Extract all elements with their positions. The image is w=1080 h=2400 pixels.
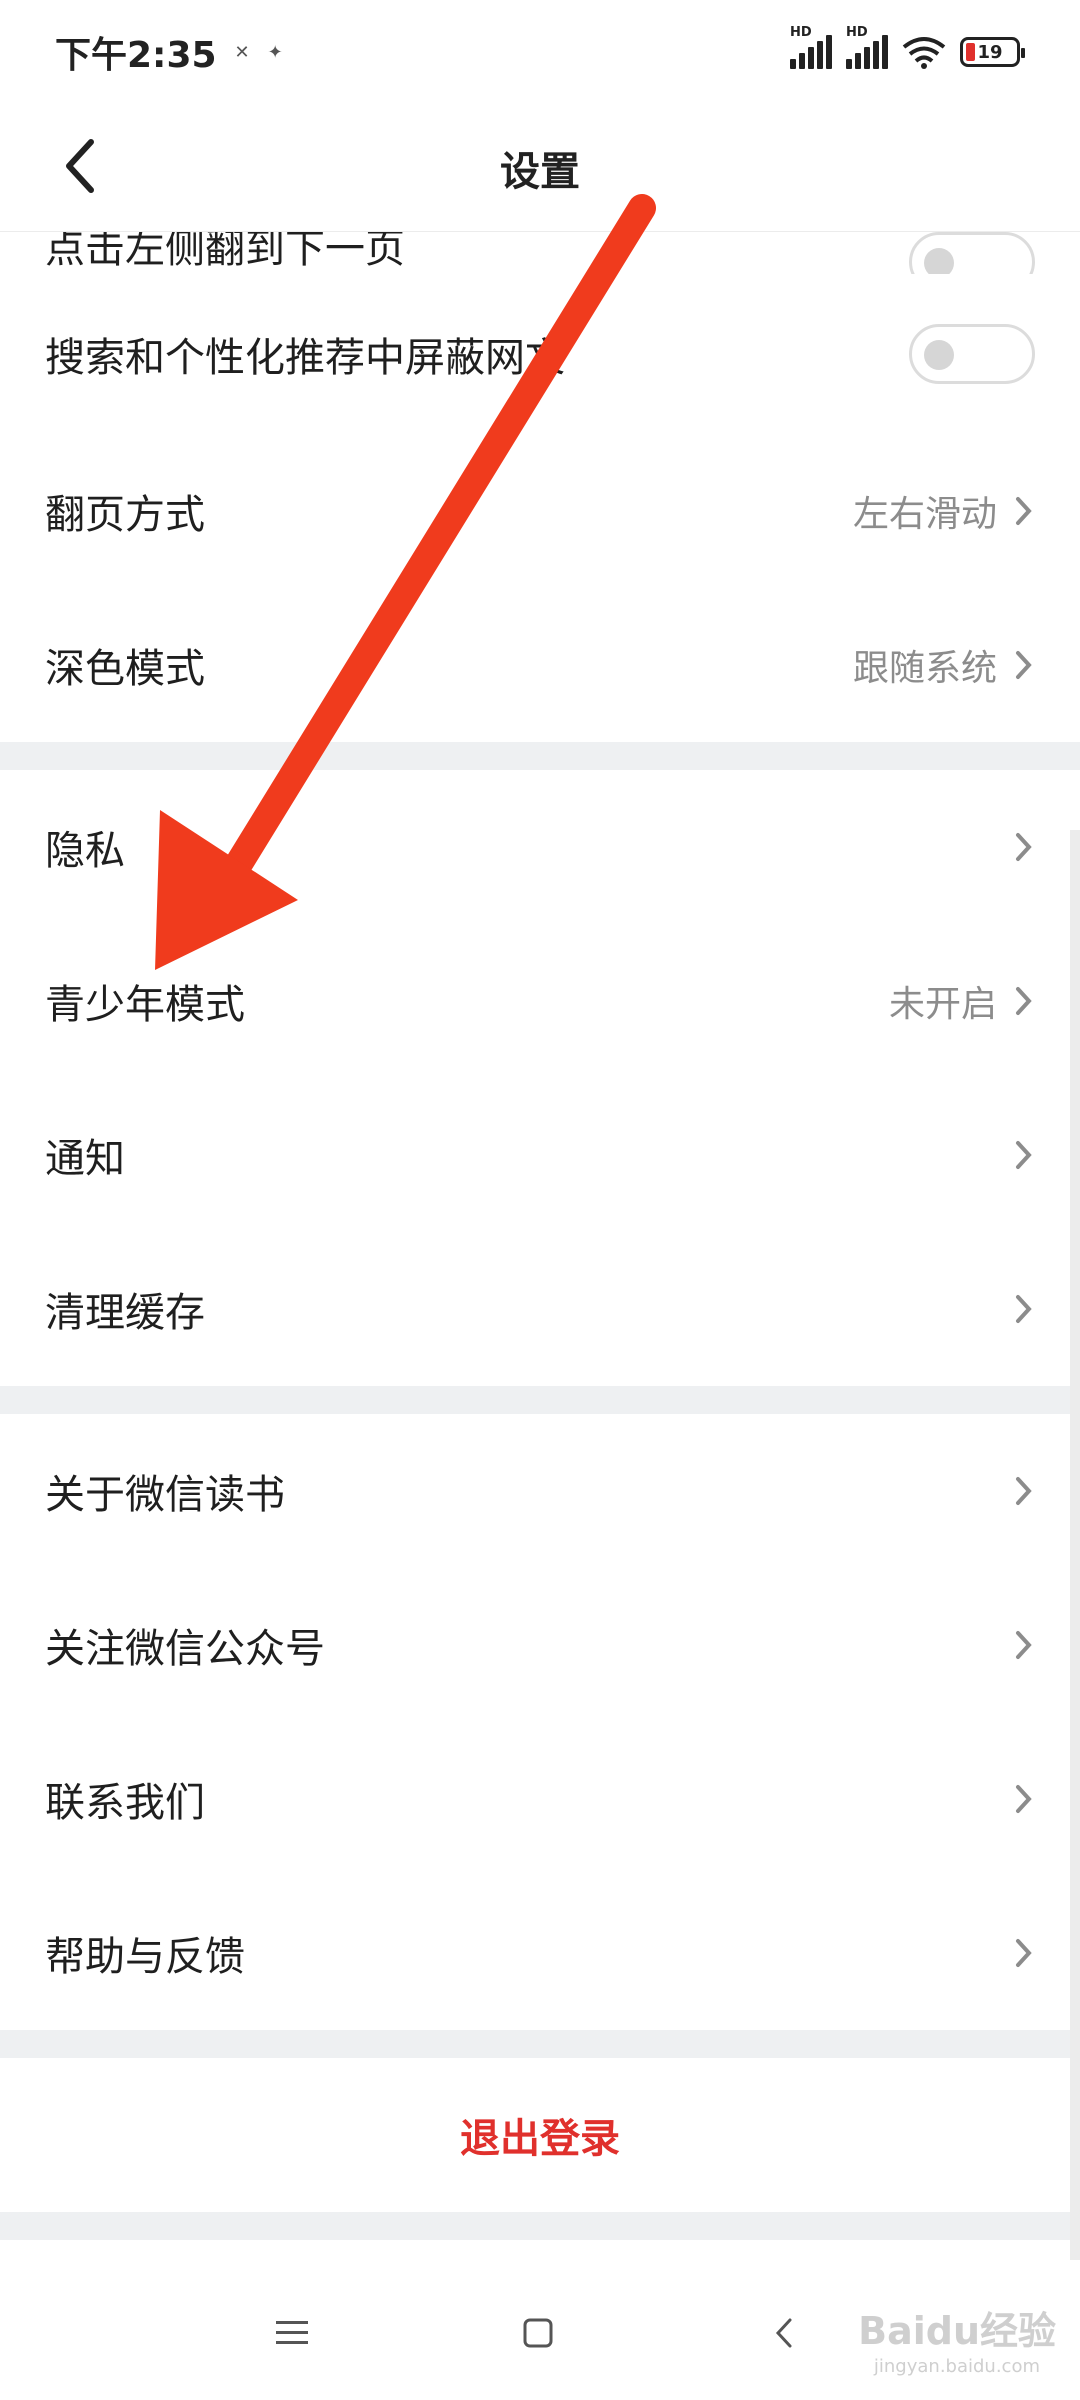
app-notification-icon: ✦ <box>267 41 283 63</box>
setting-right: 左右滑动 <box>853 485 1035 537</box>
setting-right <box>1013 1628 1035 1662</box>
navigation-bar: 设置 <box>0 104 1080 232</box>
setting-value: 跟随系统 <box>852 648 997 689</box>
setting-label: 搜索和个性化推荐中屏蔽网文 <box>45 335 565 381</box>
scrollbar-track[interactable] <box>1070 830 1080 2260</box>
battery-level <box>966 43 976 61</box>
setting-contact-us[interactable]: 联系我们 <box>0 1722 1080 1876</box>
notification-icon: ✕ <box>234 41 250 63</box>
setting-notifications[interactable]: 通知 <box>0 1078 1080 1232</box>
setting-clear-cache[interactable]: 清理缓存 <box>0 1232 1080 1386</box>
settings-list: 点击左侧翻到下一页 搜索和个性化推荐中屏蔽网文 翻页方式 左右滑动 深色模式 跟… <box>0 232 1080 2240</box>
setting-help-feedback[interactable]: 帮助与反馈 <box>0 1876 1080 2030</box>
setting-right <box>909 324 1035 384</box>
group-separator <box>0 742 1080 770</box>
chevron-right-icon <box>1016 1939 1032 1967</box>
toggle-switch[interactable] <box>909 232 1035 274</box>
setting-right <box>1013 1138 1035 1172</box>
chevron-right-icon <box>1016 1477 1032 1505</box>
watermark-logo: Baidu经验 <box>858 2309 1056 2353</box>
setting-right <box>1013 830 1035 864</box>
system-back-button[interactable] <box>754 2308 814 2358</box>
setting-right <box>1013 1782 1035 1816</box>
back-arrow-icon <box>66 139 94 193</box>
wifi-icon <box>902 37 946 69</box>
chevron-right-icon <box>1016 1785 1032 1813</box>
setting-right <box>1013 1292 1035 1326</box>
setting-right <box>909 232 1035 274</box>
setting-value: 左右滑动 <box>852 494 997 535</box>
chevron-right-icon <box>1016 1631 1032 1659</box>
setting-right: 未开启 <box>889 975 1035 1027</box>
logout-button[interactable]: 退出登录 <box>0 2058 1080 2212</box>
signal-icon-2: HD <box>846 25 888 69</box>
status-right: HD HD 19 <box>790 25 1025 69</box>
menu-button[interactable] <box>262 2308 322 2358</box>
toggle-switch[interactable] <box>909 324 1035 384</box>
setting-label: 关注微信公众号 <box>45 1626 325 1672</box>
back-button[interactable] <box>40 126 120 206</box>
status-bar: 下午2:35 ✕ ✦ HD HD 19 <box>0 0 1080 104</box>
setting-dark-mode[interactable]: 深色模式 跟随系统 <box>0 588 1080 742</box>
setting-block-web-novels[interactable]: 搜索和个性化推荐中屏蔽网文 <box>0 274 1080 434</box>
chevron-right-icon <box>1016 1141 1032 1169</box>
setting-right: 跟随系统 <box>853 639 1035 691</box>
chevron-right-icon <box>1016 833 1032 861</box>
group-separator <box>0 1386 1080 1414</box>
page-title: 设置 <box>500 148 580 195</box>
setting-label: 青少年模式 <box>45 982 245 1028</box>
watermark-url: jingyan.baidu.com <box>873 2356 1040 2377</box>
menu-icon <box>276 2321 308 2344</box>
setting-privacy[interactable]: 隐私 <box>0 770 1080 924</box>
setting-page-turn-mode[interactable]: 翻页方式 左右滑动 <box>0 434 1080 588</box>
signal-hd-label: HD <box>790 25 812 40</box>
setting-value: 未开启 <box>888 984 997 1025</box>
home-icon <box>523 2318 553 2348</box>
group-separator <box>0 2212 1080 2240</box>
setting-label: 关于微信读书 <box>45 1472 285 1518</box>
setting-label: 深色模式 <box>45 646 205 692</box>
setting-label: 联系我们 <box>45 1780 205 1826</box>
home-button[interactable] <box>508 2308 568 2358</box>
setting-about-weread[interactable]: 关于微信读书 <box>0 1414 1080 1568</box>
setting-label: 隐私 <box>45 828 125 874</box>
signal-icon: HD <box>790 25 832 69</box>
setting-follow-official-account[interactable]: 关注微信公众号 <box>0 1568 1080 1722</box>
setting-teen-mode[interactable]: 青少年模式 未开启 <box>0 924 1080 1078</box>
battery-icon: 19 <box>960 37 1025 67</box>
setting-label: 翻页方式 <box>45 492 205 538</box>
setting-tap-left-next-page[interactable]: 点击左侧翻到下一页 <box>0 232 1080 274</box>
status-time: 下午2:35 <box>55 35 217 76</box>
signal-hd-label-2: HD <box>846 25 868 40</box>
chevron-right-icon <box>1016 497 1032 525</box>
status-left: 下午2:35 ✕ ✦ <box>55 26 283 78</box>
setting-right <box>1013 1474 1035 1508</box>
chevron-right-icon <box>1016 651 1032 679</box>
setting-label: 通知 <box>45 1136 125 1182</box>
logout-label: 退出登录 <box>460 2116 620 2162</box>
setting-label: 帮助与反馈 <box>45 1934 245 1980</box>
setting-label: 清理缓存 <box>45 1290 205 1336</box>
chevron-right-icon <box>1016 1295 1032 1323</box>
setting-label: 点击左侧翻到下一页 <box>45 232 405 272</box>
setting-right <box>1013 1936 1035 1970</box>
chevron-right-icon <box>1016 987 1032 1015</box>
group-separator <box>0 2030 1080 2058</box>
system-back-icon <box>775 2318 792 2348</box>
battery-percent: 19 <box>977 41 1003 63</box>
